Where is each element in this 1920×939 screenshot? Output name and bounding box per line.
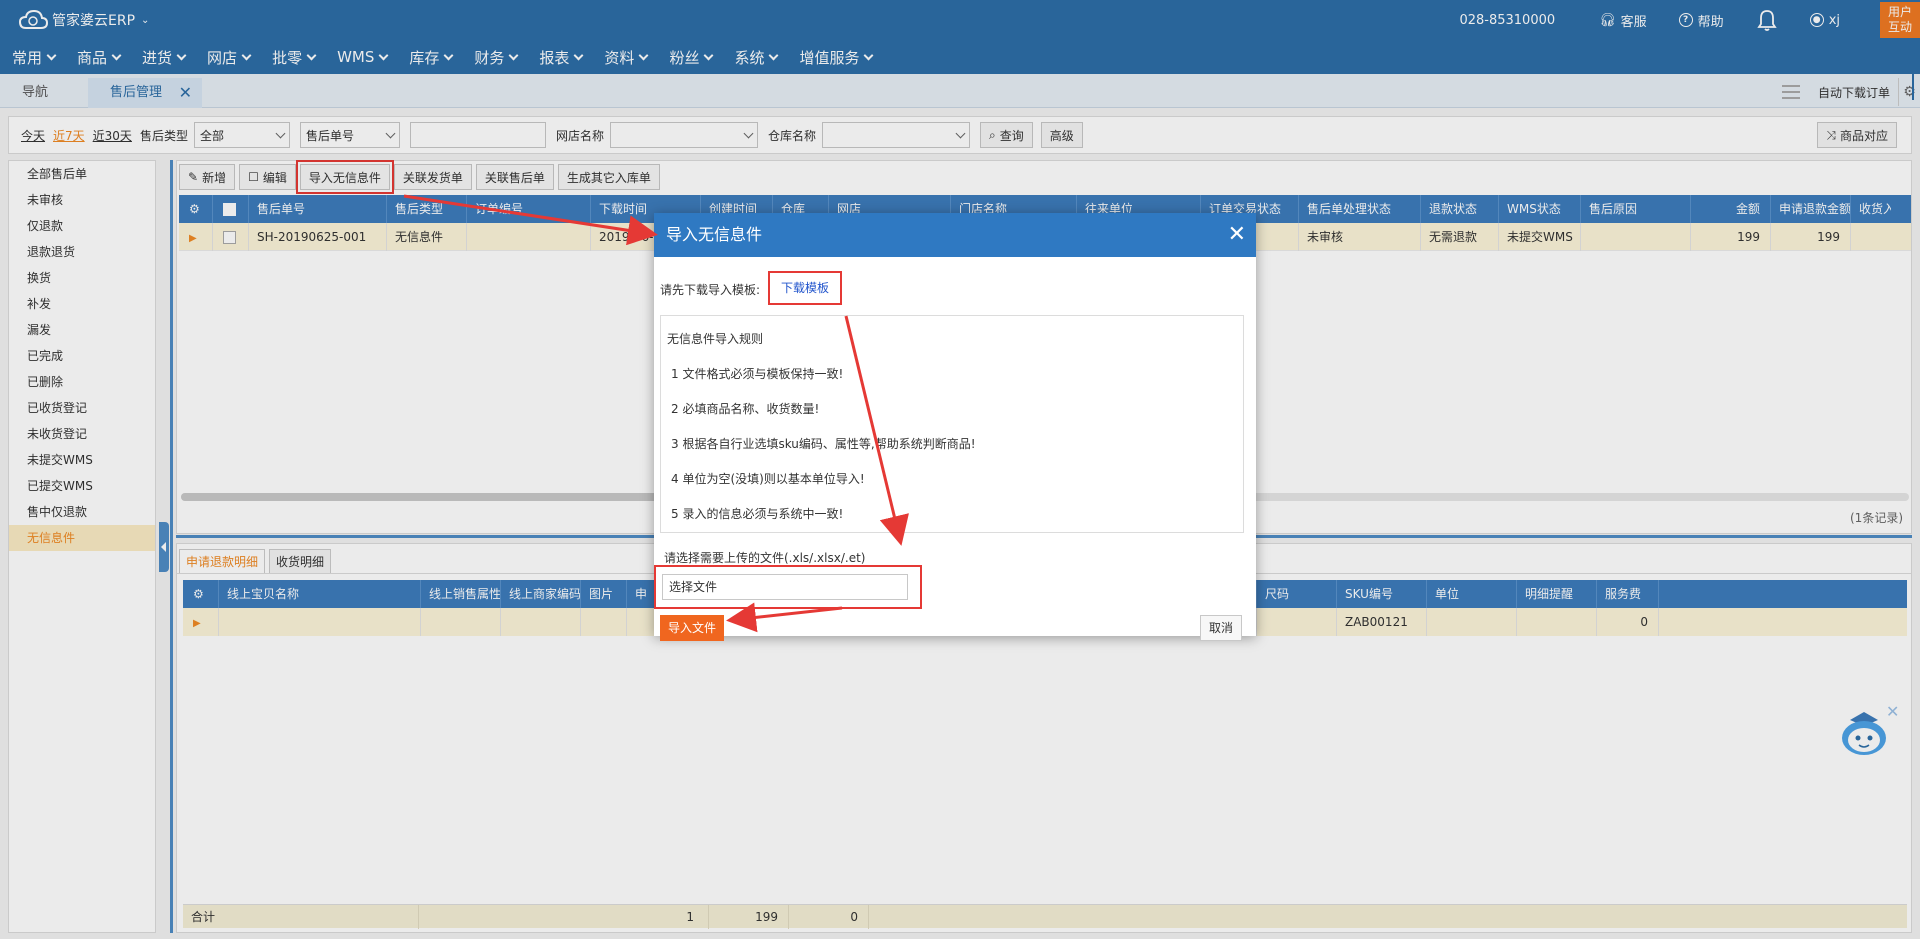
close-icon[interactable]: ✕ — [1228, 213, 1246, 257]
import-dialog: 导入无信息件 ✕ 请先下载导入模板: 下载模板 无信息件导入规则 1 文件格式必… — [654, 213, 1256, 641]
download-template-link[interactable]: 下载模板 — [768, 271, 842, 305]
choose-file-input[interactable]: 选择文件 — [662, 574, 908, 600]
rules-title: 无信息件导入规则 — [667, 332, 764, 346]
dialog-title: 导入无信息件 ✕ — [654, 213, 1256, 257]
rule-item: 2 必填商品名称、收货数量! — [671, 402, 820, 416]
file-label: 请选择需要上传的文件(.xls/.xlsx/.et) — [664, 551, 866, 565]
rule-item: 3 根据各自行业选填sku编码、属性等,帮助系统判断商品! — [671, 437, 976, 451]
rule-item: 1 文件格式必须与模板保持一致! — [671, 367, 844, 381]
cancel-button[interactable]: 取消 — [1200, 615, 1242, 641]
template-label: 请先下载导入模板: — [660, 283, 761, 297]
import-file-button[interactable]: 导入文件 — [660, 615, 724, 641]
import-rules-box: 无信息件导入规则 1 文件格式必须与模板保持一致! 2 必填商品名称、收货数量!… — [660, 315, 1244, 533]
rule-item: 4 单位为空(没填)则以基本单位导入! — [671, 472, 865, 486]
file-highlight-box: 选择文件 — [654, 565, 922, 609]
rule-item: 5 录入的信息必须与系统中一致! — [671, 507, 844, 521]
